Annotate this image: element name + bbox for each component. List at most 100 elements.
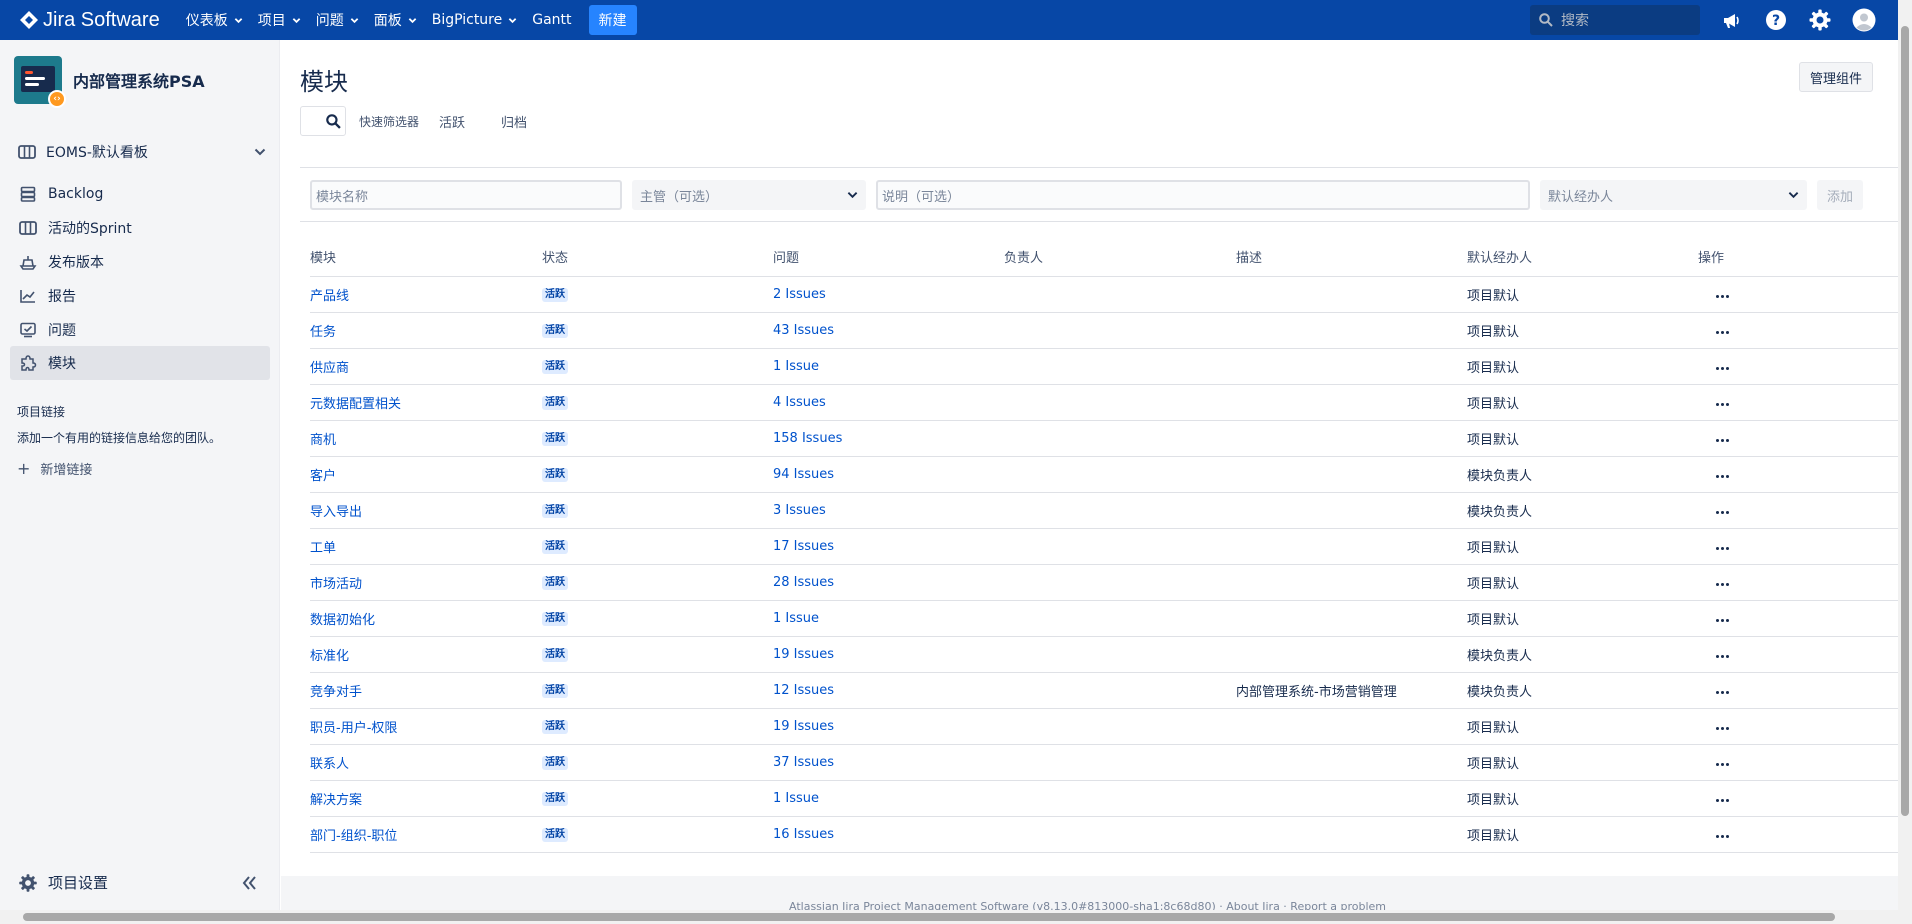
description-input[interactable]: 说明（可选）: [876, 180, 1530, 210]
component-name-link[interactable]: 标准化: [310, 649, 349, 664]
column-header-component[interactable]: 模块: [310, 238, 542, 277]
component-name-link[interactable]: 部门-组织-职位: [310, 829, 397, 844]
add-component-button[interactable]: 添加: [1817, 180, 1864, 210]
more-actions-icon[interactable]: [1716, 690, 1729, 694]
issues-link[interactable]: 2 Issues: [773, 287, 826, 302]
issues-link[interactable]: 12 Issues: [773, 683, 834, 698]
status-badge: 活跃: [542, 468, 568, 482]
issues-link[interactable]: 16 Issues: [773, 827, 834, 842]
more-actions-icon[interactable]: [1716, 582, 1729, 586]
more-actions-icon[interactable]: [1716, 510, 1729, 514]
more-actions-icon[interactable]: [1716, 762, 1729, 766]
component-name-input[interactable]: 模块名称: [310, 180, 622, 210]
sidebar-item-components[interactable]: 模块: [10, 346, 270, 380]
megaphone-icon[interactable]: [1720, 8, 1744, 32]
horizontal-scrollbar[interactable]: [0, 910, 1898, 924]
more-actions-icon[interactable]: [1716, 474, 1729, 478]
filter-bar: 快速筛选器 活跃 归档: [300, 106, 527, 136]
sidebar-item-reports[interactable]: 报告: [10, 279, 270, 313]
more-actions-icon[interactable]: [1716, 366, 1729, 370]
user-avatar-icon[interactable]: [1852, 8, 1876, 32]
issues-link[interactable]: 4 Issues: [773, 395, 826, 410]
issues-link[interactable]: 17 Issues: [773, 539, 834, 554]
search-placeholder: 搜索: [1561, 13, 1589, 29]
component-name-link[interactable]: 元数据配置相关: [310, 397, 401, 412]
column-header-lead[interactable]: 负责人: [1004, 238, 1236, 277]
issues-link[interactable]: 43 Issues: [773, 323, 834, 338]
nav-item-4[interactable]: BigPicture: [432, 12, 518, 28]
component-name-link[interactable]: 客户: [310, 469, 336, 484]
chevron-down-icon: [847, 192, 858, 199]
component-name-link[interactable]: 职员-用户-权限: [310, 721, 397, 736]
more-actions-icon[interactable]: [1716, 546, 1729, 550]
scrollbar-thumb[interactable]: [1901, 26, 1909, 816]
more-actions-icon[interactable]: [1716, 294, 1729, 298]
issues-link[interactable]: 19 Issues: [773, 647, 834, 662]
tab-active[interactable]: 活跃: [439, 112, 465, 131]
component-name-link[interactable]: 产品线: [310, 289, 349, 304]
more-actions-icon[interactable]: [1716, 654, 1729, 658]
more-actions-icon[interactable]: [1716, 438, 1729, 442]
component-name-link[interactable]: 导入导出: [310, 505, 362, 520]
issues-link[interactable]: 94 Issues: [773, 467, 834, 482]
issues-cell: 28 Issues: [773, 564, 1004, 601]
issues-link[interactable]: 1 Issue: [773, 359, 819, 374]
default-assignee-cell: 项目默认: [1467, 780, 1698, 817]
issues-link[interactable]: 158 Issues: [773, 431, 842, 446]
collapse-sidebar-icon[interactable]: [240, 874, 258, 892]
lead-select[interactable]: 主管（可选）: [632, 180, 866, 210]
filter-search-input[interactable]: [300, 106, 346, 136]
help-icon[interactable]: ?: [1764, 8, 1788, 32]
issues-link[interactable]: 37 Issues: [773, 755, 834, 770]
component-name-link[interactable]: 竞争对手: [310, 685, 362, 700]
component-name-link[interactable]: 工单: [310, 541, 336, 556]
jira-logo[interactable]: Jira Software: [20, 9, 160, 32]
project-header[interactable]: ‹› 内部管理系统PSA: [14, 56, 205, 108]
sidebar-item-issues[interactable]: 问题: [10, 313, 270, 347]
component-cell: 导入导出: [310, 492, 542, 529]
nav-item-3[interactable]: 面板: [374, 10, 417, 30]
issues-link[interactable]: 1 Issue: [773, 611, 819, 626]
issues-link[interactable]: 1 Issue: [773, 791, 819, 806]
default-assignee-select[interactable]: 默认经办人: [1540, 180, 1807, 210]
component-name-link[interactable]: 数据初始化: [310, 613, 375, 628]
more-actions-icon[interactable]: [1716, 330, 1729, 334]
issues-link[interactable]: 28 Issues: [773, 575, 834, 590]
project-settings-link[interactable]: 项目设置: [18, 872, 108, 893]
search-input[interactable]: 搜索: [1530, 5, 1700, 35]
more-actions-icon[interactable]: [1716, 618, 1729, 622]
more-actions-icon[interactable]: [1716, 834, 1729, 838]
component-name-link[interactable]: 任务: [310, 325, 336, 340]
sidebar-item-active-sprint[interactable]: 活动的Sprint: [10, 211, 270, 245]
component-name-link[interactable]: 市场活动: [310, 577, 362, 592]
status-badge: 活跃: [542, 324, 568, 338]
nav-item-0[interactable]: 仪表板: [186, 10, 243, 30]
tab-archived[interactable]: 归档: [501, 112, 527, 131]
chevron-down-icon: [508, 17, 517, 23]
scrollbar-thumb[interactable]: [23, 913, 1835, 921]
project-links-caption: 项目链接: [17, 405, 66, 419]
more-actions-icon[interactable]: [1716, 726, 1729, 730]
nav-item-5[interactable]: Gantt: [532, 12, 571, 28]
component-name-link[interactable]: 联系人: [310, 757, 349, 772]
nav-item-2[interactable]: 问题: [316, 10, 359, 30]
component-name-link[interactable]: 供应商: [310, 361, 349, 376]
sidebar-item-backlog[interactable]: Backlog: [10, 177, 270, 211]
component-name-link[interactable]: 商机: [310, 433, 336, 448]
sidebar-item-releases[interactable]: 发布版本: [10, 245, 270, 279]
more-actions-icon[interactable]: [1716, 798, 1729, 802]
status-cell: 活跃: [542, 528, 773, 565]
settings-gear-icon[interactable]: [1808, 8, 1832, 32]
nav-item-1[interactable]: 项目: [258, 10, 301, 30]
add-link-button[interactable]: + 新增链接: [17, 459, 92, 478]
create-button[interactable]: 新建: [588, 5, 637, 35]
more-actions-icon[interactable]: [1716, 402, 1729, 406]
issues-link[interactable]: 3 Issues: [773, 503, 826, 518]
column-header-actions: 操作: [1698, 238, 1898, 277]
default-assignee-cell: 项目默认: [1467, 816, 1698, 853]
issues-link[interactable]: 19 Issues: [773, 719, 834, 734]
component-name-link[interactable]: 解决方案: [310, 793, 362, 808]
vertical-scrollbar[interactable]: [1898, 0, 1912, 924]
manage-components-button[interactable]: 管理组件: [1799, 62, 1874, 92]
board-selector[interactable]: EOMS-默认看板: [18, 140, 266, 164]
